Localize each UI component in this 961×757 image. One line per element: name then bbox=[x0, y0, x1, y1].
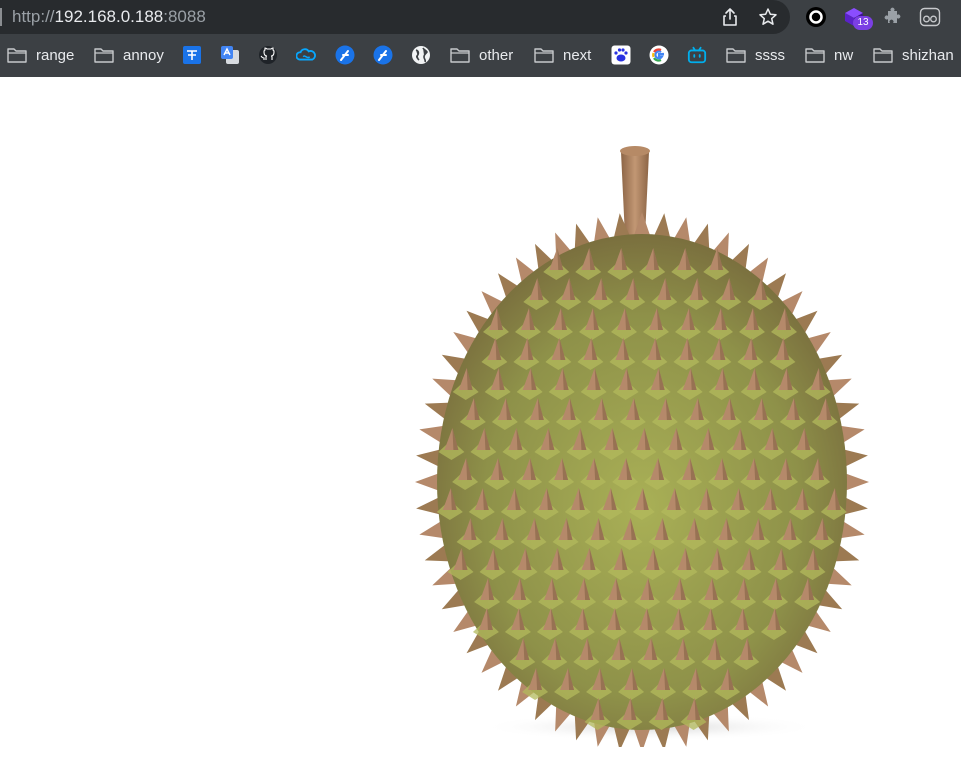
bookmark-folder-annoy[interactable]: annoy bbox=[94, 40, 164, 70]
bookmark-label: other bbox=[479, 46, 514, 64]
bookmark-label: nw bbox=[834, 46, 854, 64]
bookmark-feather-2[interactable] bbox=[373, 40, 393, 70]
page-content bbox=[0, 77, 961, 757]
google-icon bbox=[649, 45, 669, 65]
feather-icon bbox=[335, 45, 355, 65]
folder-icon bbox=[7, 45, 27, 65]
extension-badge: 13 bbox=[853, 16, 873, 30]
puzzle-extension-icon bbox=[884, 7, 901, 24]
browser-toolbar: http://192.168.0.188:8088 13 range annoy… bbox=[0, 0, 961, 77]
bookmark-star-button[interactable] bbox=[756, 5, 780, 29]
url-text[interactable]: http://192.168.0.188:8088 bbox=[12, 7, 206, 27]
bookmark-bilibili[interactable] bbox=[687, 40, 707, 70]
bookmark-cloud[interactable] bbox=[296, 40, 316, 70]
bookmark-google-translate[interactable] bbox=[220, 40, 240, 70]
bookmark-google[interactable] bbox=[649, 40, 669, 70]
bookmark-folder-ssss[interactable]: ssss bbox=[726, 40, 785, 70]
bookmark-label: ssss bbox=[755, 46, 785, 64]
cube-extension-button[interactable]: 13 bbox=[842, 5, 873, 30]
translate-icon bbox=[182, 45, 202, 65]
bilibili-icon bbox=[687, 45, 707, 65]
google-translate-icon bbox=[220, 45, 240, 65]
bookmark-github[interactable] bbox=[258, 40, 278, 70]
durian-image bbox=[410, 137, 870, 752]
share-icon bbox=[723, 8, 737, 26]
globe-icon bbox=[411, 45, 431, 65]
bookmark-baidu[interactable] bbox=[611, 40, 631, 70]
folder-icon bbox=[534, 45, 554, 65]
bookmark-feather-1[interactable] bbox=[335, 40, 355, 70]
bookmark-label: next bbox=[563, 46, 592, 64]
folder-icon bbox=[450, 45, 470, 65]
glasses-extension-button[interactable] bbox=[918, 5, 942, 29]
bookmark-label: shizhan bbox=[902, 46, 954, 64]
feather-icon bbox=[373, 45, 393, 65]
bookmark-translate[interactable] bbox=[182, 40, 202, 70]
bookmark-folder-shizhan[interactable]: shizhan bbox=[873, 40, 954, 70]
github-icon bbox=[258, 45, 278, 65]
folder-icon bbox=[94, 45, 114, 65]
folder-icon bbox=[873, 45, 893, 65]
url-scheme: http:// bbox=[12, 7, 55, 26]
glasses-extension-icon bbox=[919, 7, 941, 27]
folder-icon bbox=[805, 45, 825, 65]
bookmark-label: range bbox=[36, 46, 75, 64]
url-host: 192.168.0.188 bbox=[54, 7, 164, 26]
bookmark-globe[interactable] bbox=[411, 40, 431, 70]
bookmark-folder-next[interactable]: next bbox=[534, 40, 591, 70]
bookmark-label: annoy bbox=[123, 46, 164, 64]
bookmarks-bar: range annoy other next ssss nw shizhan bbox=[0, 40, 961, 70]
url-port: :8088 bbox=[163, 7, 206, 26]
address-bar-edge bbox=[0, 8, 2, 26]
bookmark-folder-other[interactable]: other bbox=[450, 40, 513, 70]
bookmark-folder-nw[interactable]: nw bbox=[805, 40, 853, 70]
folder-icon bbox=[726, 45, 746, 65]
ring-extension-button[interactable] bbox=[804, 5, 828, 29]
baidu-icon bbox=[611, 45, 631, 65]
ring-extension-icon bbox=[806, 7, 826, 27]
address-bar[interactable]: http://192.168.0.188:8088 bbox=[0, 0, 790, 34]
cloud-icon bbox=[296, 45, 316, 65]
bookmark-folder-range[interactable]: range bbox=[7, 40, 74, 70]
puzzle-extension-button[interactable] bbox=[880, 5, 904, 29]
share-button[interactable] bbox=[718, 5, 742, 29]
star-icon bbox=[759, 8, 777, 25]
